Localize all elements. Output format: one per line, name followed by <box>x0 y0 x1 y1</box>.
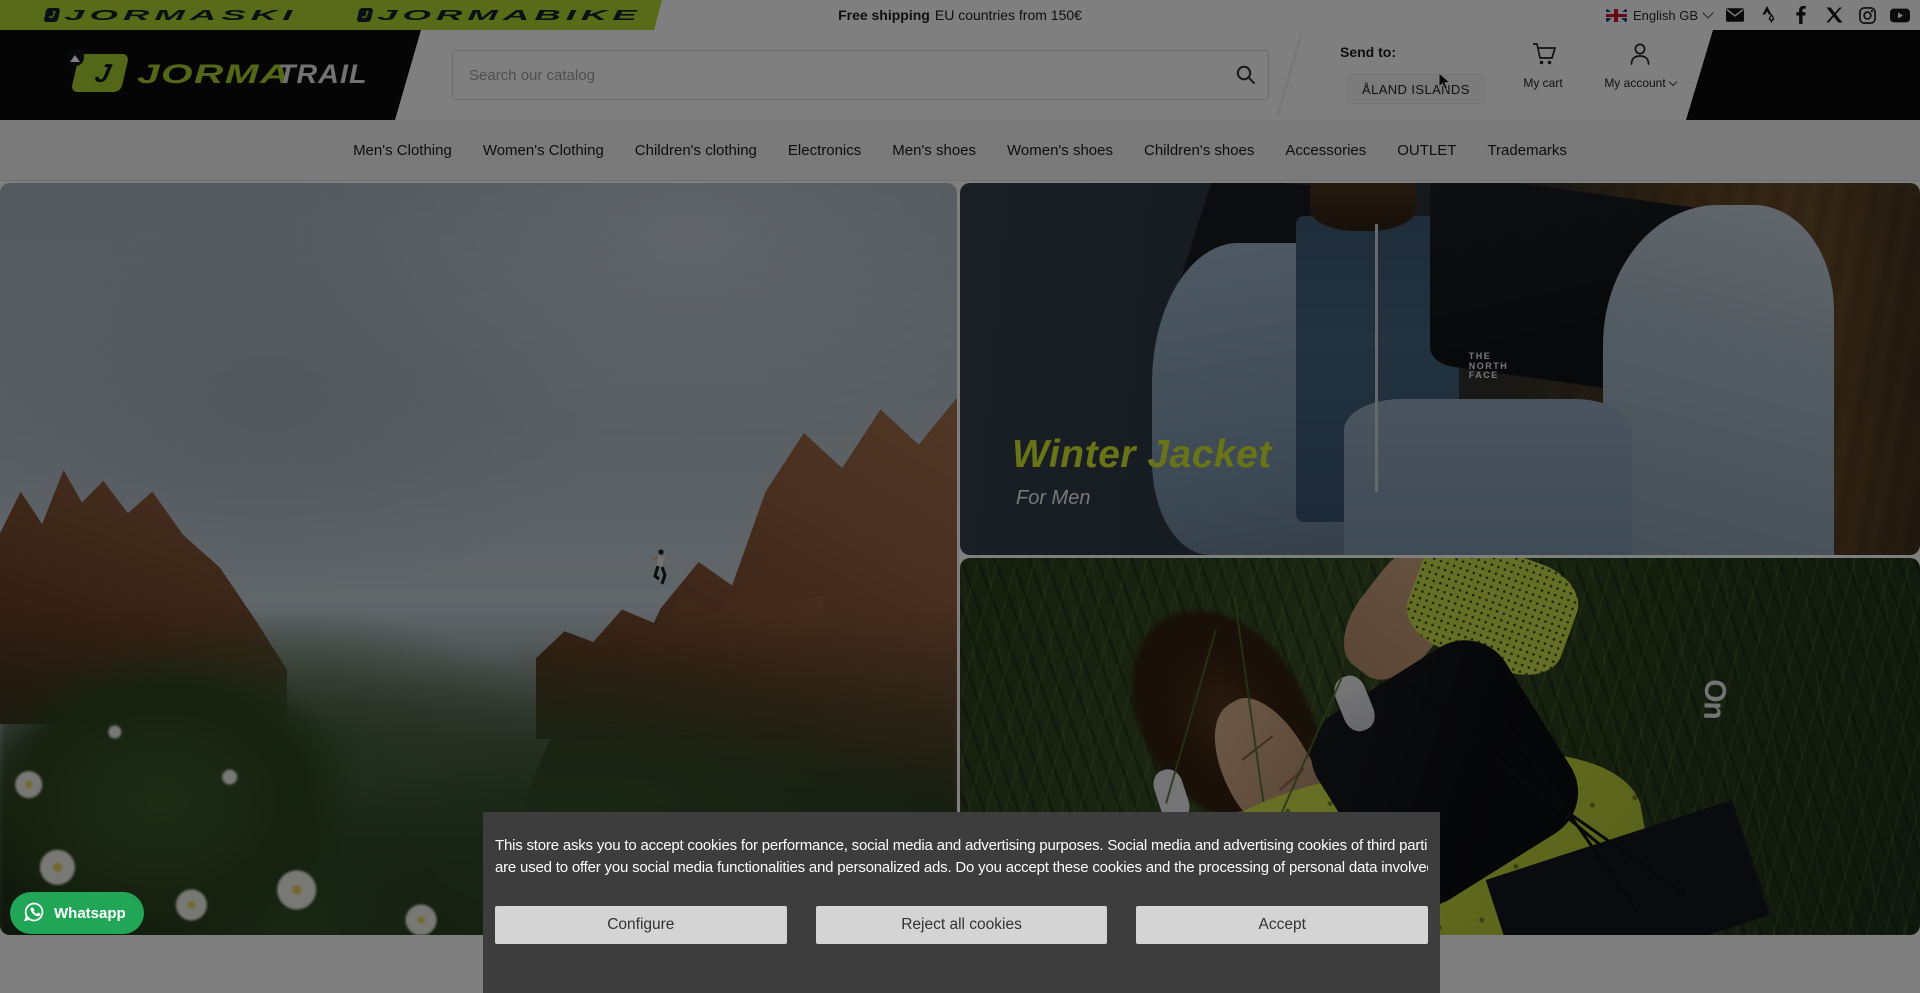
cookie-consent-dialog: This store asks you to accept cookies fo… <box>483 812 1440 993</box>
configure-button[interactable]: Configure <box>495 906 787 944</box>
reject-all-cookies-button[interactable]: Reject all cookies <box>816 906 1108 944</box>
whatsapp-label: Whatsapp <box>54 905 126 922</box>
accept-button[interactable]: Accept <box>1136 906 1428 944</box>
cookie-buttons-row: Configure Reject all cookies Accept <box>495 906 1428 944</box>
cookie-message-line1: This store asks you to accept cookies fo… <box>495 835 1428 857</box>
whatsapp-icon <box>22 900 46 927</box>
cookie-message-line2: are used to offer you social media funct… <box>495 857 1428 879</box>
whatsapp-button[interactable]: Whatsapp <box>10 892 144 934</box>
